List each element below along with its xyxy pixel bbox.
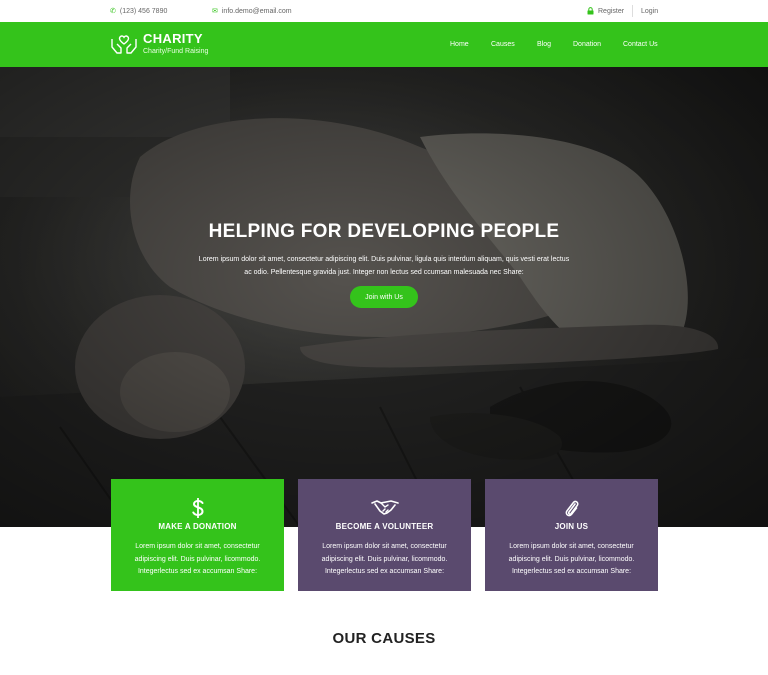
nav-contact[interactable]: Contact Us	[623, 22, 658, 67]
join-us-card[interactable]: JOIN US Lorem ipsum dolor sit amet, cons…	[485, 479, 658, 591]
card-text: Lorem ipsum dolor sit amet, consectetur …	[508, 543, 635, 575]
envelope-icon: ✉	[212, 8, 218, 15]
our-causes-heading: OUR CAUSES	[332, 630, 436, 647]
card-title: MAKE A DONATION	[158, 522, 237, 531]
card-text: Lorem ipsum dolor sit amet, consectetur …	[134, 543, 261, 575]
dollar-icon	[111, 497, 284, 519]
email-address: info.demo@email.com	[221, 7, 292, 15]
lock-icon	[587, 7, 594, 15]
hero-section: HELPING FOR DEVELOPING PEOPLE Lorem ipsu…	[0, 67, 768, 527]
volunteer-card[interactable]: BECOME A VOLUNTEER Lorem ipsum dolor sit…	[298, 479, 471, 591]
email-contact[interactable]: ✉ info.demo@email.com	[212, 0, 292, 22]
login-link[interactable]: Login	[641, 0, 658, 22]
donation-card[interactable]: MAKE A DONATION Lorem ipsum dolor sit am…	[111, 479, 284, 591]
hero-title: HELPING FOR DEVELOPING PEOPLE	[208, 221, 560, 242]
join-with-us-button[interactable]: Join with Us	[350, 286, 418, 308]
handshake-icon	[298, 497, 471, 519]
nav-home[interactable]: Home	[450, 22, 469, 67]
paperclip-icon	[485, 497, 658, 519]
login-label: Login	[641, 7, 659, 15]
hero-description: Lorem ipsum dolor sit amet, consectetur …	[198, 256, 570, 276]
top-bar: ✆ (123) 456 7890 ✉ info.demo@email.com R…	[0, 0, 768, 22]
register-link[interactable]: Register	[587, 0, 624, 22]
brand-tagline: Charity/Fund Raising	[143, 48, 209, 55]
nav-donation[interactable]: Donation	[573, 22, 601, 67]
hands-heart-icon[interactable]	[110, 33, 138, 57]
main-navbar: CHARITY Charity/Fund Raising Home Causes…	[0, 22, 768, 67]
card-title: JOIN US	[554, 522, 589, 531]
phone-icon: ✆	[110, 8, 116, 15]
nav-blog[interactable]: Blog	[537, 22, 551, 67]
card-title: BECOME A VOLUNTEER	[335, 522, 434, 531]
card-text: Lorem ipsum dolor sit amet, consectetur …	[321, 543, 448, 575]
brand-name[interactable]: CHARITY	[143, 31, 203, 46]
phone-number: (123) 456 7890	[119, 7, 168, 15]
nav-causes[interactable]: Causes	[491, 22, 515, 67]
phone-contact[interactable]: ✆ (123) 456 7890	[110, 0, 167, 22]
register-label: Register	[598, 7, 625, 15]
topbar-divider	[632, 5, 633, 17]
